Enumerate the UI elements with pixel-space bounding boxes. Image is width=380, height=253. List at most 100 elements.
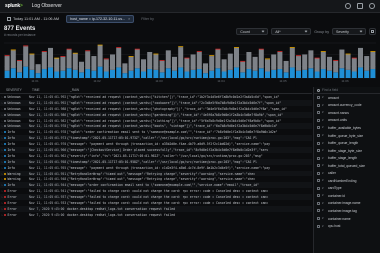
histogram-bar[interactable] [165,50,171,69]
histogram-bar[interactable] [339,49,345,69]
histogram-bar[interactable] [314,71,320,78]
histogram-bar[interactable] [178,47,184,68]
histogram-bar[interactable] [91,70,97,78]
histogram-bar[interactable] [134,48,140,50]
histogram-bar[interactable] [54,57,60,59]
histogram-bar[interactable] [345,53,351,55]
field-search-input[interactable]: Find a field [314,87,380,94]
field-item[interactable]: # caller [314,169,380,177]
histogram-bar[interactable] [289,47,295,68]
field-checkbox[interactable] [317,111,320,115]
field-checkbox[interactable] [317,96,320,100]
histogram-bar[interactable] [184,57,190,59]
field-checkbox[interactable] [317,217,320,221]
histogram-bar[interactable] [289,47,295,48]
settings-button[interactable] [369,28,376,35]
histogram-bar[interactable] [252,70,258,78]
field-checkbox[interactable] [317,149,320,153]
histogram-bar[interactable] [17,60,22,61]
histogram-bar[interactable] [91,56,97,71]
histogram-bar[interactable] [97,44,103,46]
histogram-bar[interactable] [153,69,159,78]
histogram-bar[interactable] [141,59,146,72]
histogram-bar[interactable] [178,67,184,78]
histogram-bar[interactable] [258,49,264,69]
histogram-bar[interactable] [327,70,332,78]
histogram-bar[interactable] [72,52,78,54]
histogram-bar[interactable] [85,51,91,70]
histogram-bar[interactable] [277,51,283,52]
close-icon[interactable]: × [128,17,130,21]
histogram-bar[interactable] [333,60,339,61]
histogram-bar[interactable] [17,60,22,73]
histogram-bar[interactable] [364,56,370,71]
column-header-time[interactable]: TIME [29,88,67,92]
histogram-bar[interactable] [35,64,41,74]
field-item[interactable]: # cardNumberEnding [314,177,380,185]
histogram-bar[interactable] [215,49,221,69]
histogram-bar[interactable] [29,53,35,55]
histogram-bar[interactable] [4,55,10,57]
field-checkbox[interactable] [317,164,320,168]
histogram-bar[interactable] [333,60,339,73]
histogram-bar[interactable] [196,51,202,52]
histogram-bar[interactable] [265,59,270,72]
column-header-raw[interactable]: _RAW [67,88,312,92]
histogram-bar[interactable] [320,69,326,78]
histogram-bar[interactable] [60,70,66,78]
field-item[interactable]: # amount.currency_code [314,102,380,110]
histogram-bar[interactable] [184,58,190,72]
histogram-bar[interactable] [289,67,295,78]
histogram-bar[interactable] [227,69,233,78]
histogram-bar[interactable] [215,48,221,50]
histogram-bar[interactable] [72,69,78,78]
field-checkbox[interactable] [317,141,320,145]
histogram-bar[interactable] [196,69,202,78]
histogram-bar[interactable] [234,47,239,68]
histogram-bar[interactable] [333,72,339,78]
histogram-bar[interactable] [103,59,109,72]
histogram-bar[interactable] [66,68,72,78]
metric-select[interactable]: Count [236,28,269,35]
histogram-bar[interactable] [370,51,376,52]
histogram-bar[interactable] [265,71,270,78]
histogram-bar[interactable] [41,51,47,52]
histogram-bar[interactable] [240,61,246,73]
histogram-bar[interactable] [184,71,190,78]
histogram-bar[interactable] [54,71,60,78]
column-header-severity[interactable]: SEVERITY [0,88,29,92]
histogram-bar[interactable] [97,45,103,67]
histogram-bar[interactable] [116,47,122,68]
field-checkbox[interactable] [317,186,320,190]
field-item[interactable]: # amount.units [314,117,380,125]
histogram-bar[interactable] [246,69,252,78]
histogram-bar[interactable] [41,69,47,78]
field-checkbox[interactable] [317,209,320,213]
histogram-bar[interactable] [351,57,357,59]
histogram-bar[interactable] [29,69,35,78]
histogram-bar[interactable] [345,69,351,78]
histogram-bar[interactable] [221,59,227,72]
histogram-bar[interactable] [153,53,159,55]
histogram-bar[interactable] [172,56,177,71]
filter-input[interactable]: Filter by [138,16,157,22]
histogram-bar[interactable] [265,58,270,60]
histogram-bar[interactable] [122,63,128,74]
histogram-bar[interactable] [209,56,215,71]
histogram-bar[interactable] [308,50,314,69]
histogram-bar[interactable] [240,72,246,78]
histogram-bar[interactable] [296,56,301,71]
field-item[interactable]: # buffer_queue_byte_size [314,132,380,140]
histogram-bar[interactable] [4,56,10,71]
group-by-select[interactable]: Severity [332,28,366,35]
field-checkbox[interactable] [317,103,320,107]
histogram-bar[interactable] [258,68,264,78]
histogram-bar[interactable] [110,54,115,70]
histogram-bar[interactable] [240,60,246,62]
histogram-bar[interactable] [196,51,202,70]
user-avatar-icon[interactable] [369,3,375,9]
histogram-bar[interactable] [178,46,184,48]
histogram-bar[interactable] [116,67,122,78]
histogram-bar[interactable] [351,71,357,78]
histogram-bar[interactable] [35,73,41,78]
